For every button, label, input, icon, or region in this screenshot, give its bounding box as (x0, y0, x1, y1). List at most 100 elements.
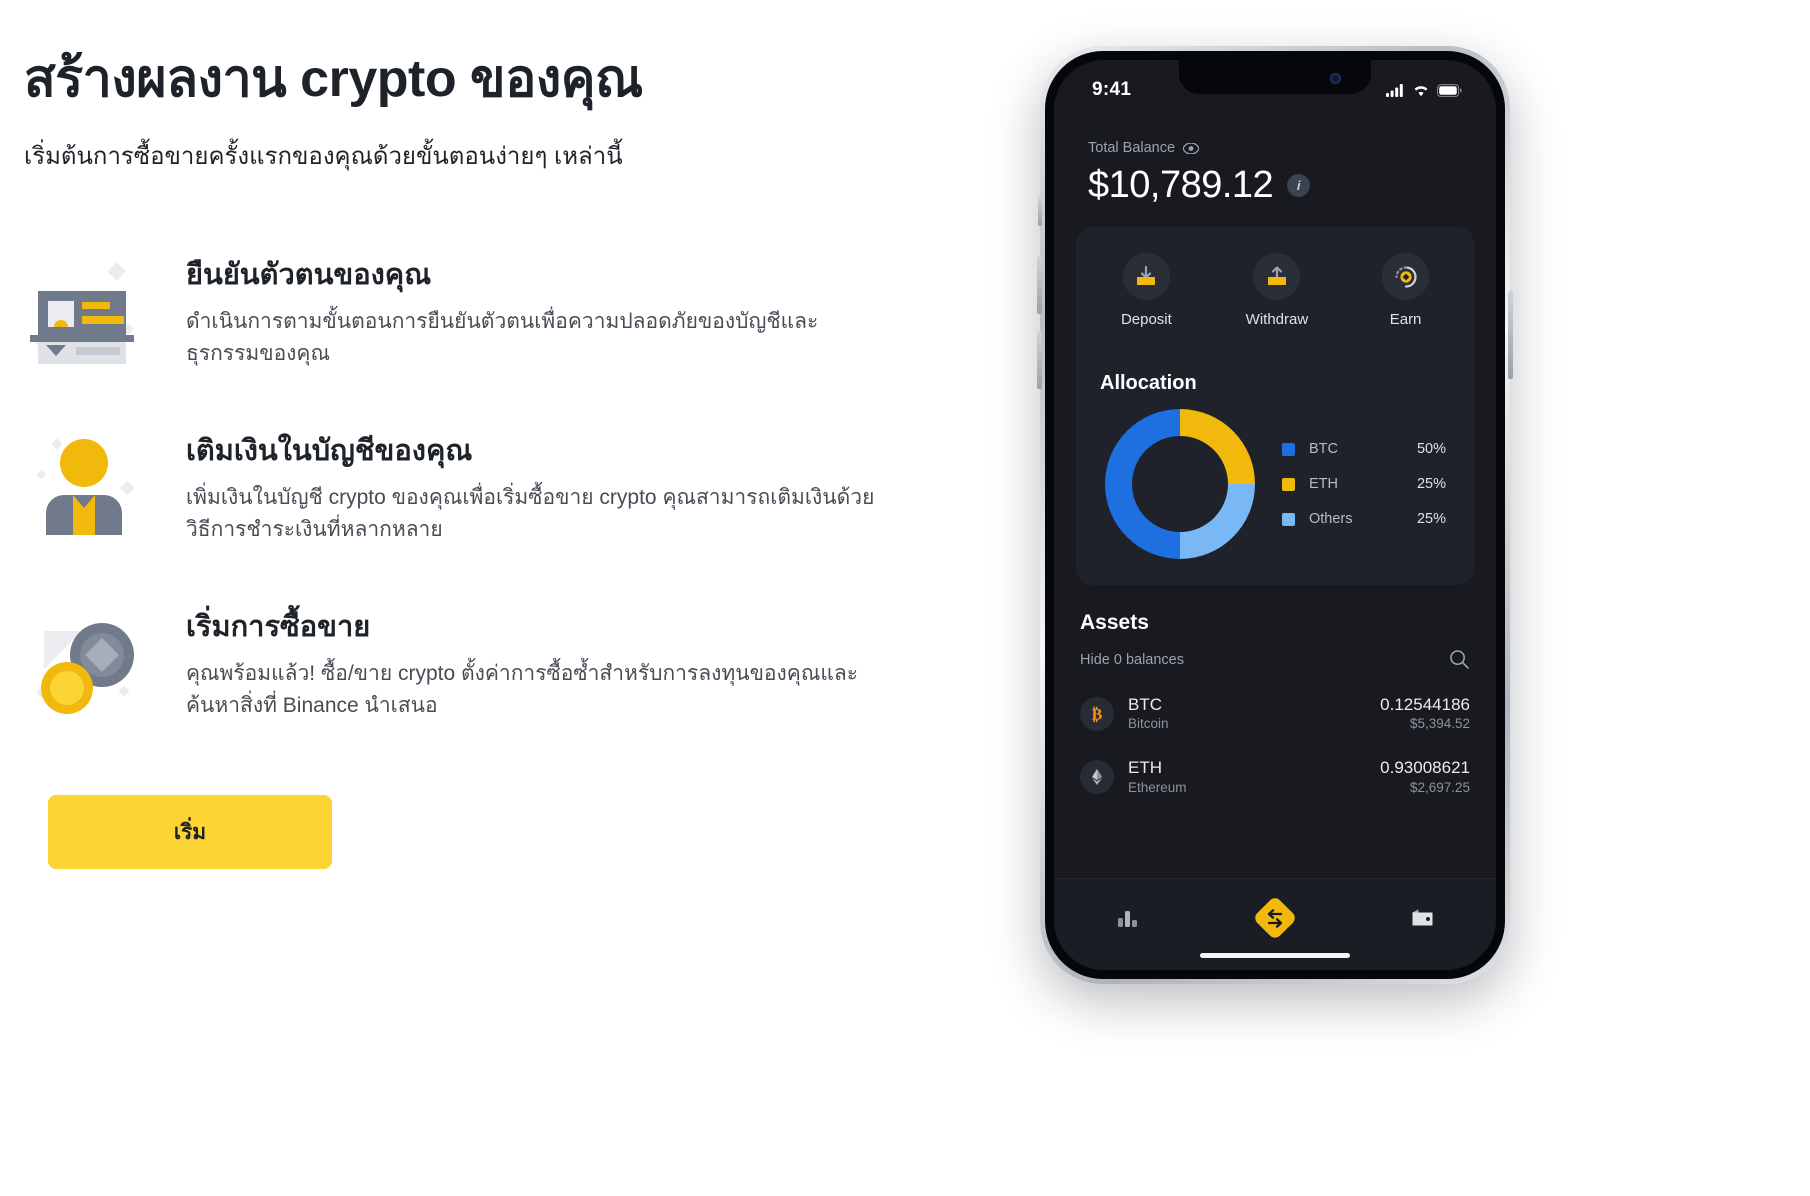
step-description: เพิ่มเงินในบัญชี crypto ของคุณเพื่อเริ่ม… (186, 485, 875, 541)
total-balance-label-row: Total Balance (1088, 140, 1462, 156)
wifi-icon (1414, 85, 1428, 96)
legend-swatch-btc (1282, 442, 1295, 456)
asset-row-btc[interactable]: ₿ BTC Bitcoin 0.12544186 $5,394.52 (1080, 694, 1470, 733)
asset-values-eth: 0.93008621 $2,697.25 (1380, 757, 1470, 796)
withdraw-action[interactable]: Withdraw (1245, 253, 1309, 328)
user-profile-icon (24, 427, 144, 547)
legend-value-btc: 50% (1416, 441, 1446, 457)
actions-allocation-card: Deposit Withdraw Earn Allocation BTC 50%… (1076, 227, 1474, 585)
trade-swap-icon (1255, 898, 1295, 938)
phone-mockup: 9:41 Total Balance $10,789.12 i Deposit … (1035, 46, 1535, 986)
earn-icon (1382, 253, 1430, 300)
page-subtitle: เริ่มต้นการซื้อขายครั้งแรกของคุณด้วยขั้น… (24, 142, 623, 170)
step-item: ยืนยันตัวตนของคุณ ดำเนินการตามขั้นตอนการ… (24, 251, 1040, 371)
app-screen: 9:41 Total Balance $10,789.12 i Deposit … (1054, 60, 1496, 970)
step-title: ยืนยันตัวตนของคุณ (186, 259, 432, 292)
total-balance-label: Total Balance (1088, 140, 1176, 156)
info-icon[interactable]: i (1287, 174, 1311, 197)
legend-value-eth: 25% (1416, 476, 1446, 492)
page-title: สร้างผลงาน crypto ของคุณ (24, 50, 643, 108)
home-indicator (1200, 953, 1350, 958)
assets-subrow: Hide 0 balances (1080, 649, 1470, 670)
phone-frame: 9:41 Total Balance $10,789.12 i Deposit … (1037, 46, 1513, 984)
coins-icon (24, 603, 144, 723)
ethereum-icon (1080, 760, 1114, 795)
allocation-section: Allocation BTC 50% ETH 25% Others 25% (1076, 350, 1474, 585)
legend-value-others: 25% (1416, 511, 1446, 527)
asset-amount-eth: 0.93008621 (1380, 758, 1470, 778)
step-text: เติมเงินในบัญชีของคุณ เพิ่มเงินในบัญชี c… (186, 427, 886, 545)
total-balance-amount: $10,789.12 (1088, 164, 1274, 206)
step-description: ดำเนินการตามขั้นตอนการยืนยันตัวตนเพื่อคว… (186, 309, 819, 365)
asset-fiat-value-btc: $5,394.52 (1409, 716, 1470, 732)
step-title: เติมเงินในบัญชีของคุณ (186, 435, 473, 468)
step-item: เริ่มการซื้อขาย คุณพร้อมแล้ว! ซื้อ/ขาย c… (24, 603, 1040, 723)
withdraw-label: Withdraw (1245, 311, 1309, 328)
steps-list: ยืนยันตัวตนของคุณ ดำเนินการตามขั้นตอนการ… (24, 251, 1040, 723)
status-bar: 9:41 (1054, 60, 1496, 112)
legend-swatch-eth (1282, 477, 1295, 491)
eye-icon[interactable] (1183, 142, 1200, 154)
deposit-action[interactable]: Deposit (1121, 253, 1172, 328)
legend-label-others: Others (1309, 511, 1353, 527)
step-title: เริ่มการซื้อขาย (186, 611, 371, 644)
mute-switch[interactable] (1038, 196, 1042, 226)
step-description: คุณพร้อมแล้ว! ซื้อ/ขาย crypto ตั้งค่าการ… (186, 661, 859, 717)
step-text: เริ่มการซื้อขาย คุณพร้อมแล้ว! ซื้อ/ขาย c… (186, 603, 886, 721)
assets-title: Assets (1080, 611, 1149, 634)
asset-name-btc: Bitcoin (1128, 716, 1169, 732)
allocation-body: BTC 50% ETH 25% Others 25% (1100, 409, 1450, 559)
volume-down-button[interactable] (1037, 331, 1042, 389)
withdraw-icon (1253, 253, 1301, 300)
page-root: สร้างผลงาน crypto ของคุณ เริ่มต้นการซื้อ… (0, 0, 1810, 1196)
asset-symbol-eth: ETH (1128, 758, 1162, 778)
deposit-icon (1122, 253, 1170, 300)
tab-trade[interactable] (1240, 894, 1310, 942)
id-card-icon (24, 251, 144, 371)
total-balance-amount-row: $10,789.12 i (1088, 164, 1462, 207)
allocation-donut-chart (1105, 409, 1255, 559)
wallet-icon (1412, 909, 1433, 925)
asset-identity-btc: BTC Bitcoin (1128, 694, 1380, 733)
legend-item-others: Others 25% (1282, 511, 1446, 527)
tab-wallet[interactable] (1387, 894, 1457, 942)
status-indicators (1386, 83, 1462, 97)
cellular-signal-icon (1386, 83, 1403, 97)
svg-text:₿: ₿ (1092, 705, 1103, 723)
allocation-legend: BTC 50% ETH 25% Others 25% (1260, 441, 1450, 527)
legend-item-eth: ETH 25% (1282, 476, 1446, 492)
allocation-title: Allocation (1100, 372, 1197, 394)
get-started-button[interactable]: เริ่ม (48, 795, 332, 870)
legend-swatch-others (1282, 512, 1295, 526)
status-time: 9:41 (1092, 79, 1132, 100)
phone-bezel: 9:41 Total Balance $10,789.12 i Deposit … (1045, 51, 1505, 979)
bottom-tab-bar (1054, 878, 1496, 970)
asset-row-eth[interactable]: ETH Ethereum 0.93008621 $2,697.25 (1080, 757, 1470, 796)
markets-chart-icon (1118, 910, 1138, 927)
battery-icon (1437, 83, 1462, 97)
earn-action[interactable]: Earn (1382, 253, 1430, 328)
hide-zero-balances-toggle[interactable]: Hide 0 balances (1080, 652, 1184, 668)
bitcoin-icon: ₿ (1080, 696, 1114, 731)
volume-up-button[interactable] (1037, 256, 1042, 314)
asset-symbol-btc: BTC (1128, 695, 1162, 714)
search-icon[interactable] (1449, 649, 1470, 670)
asset-fiat-value-eth: $2,697.25 (1409, 779, 1470, 795)
step-text: ยืนยันตัวตนของคุณ ดำเนินการตามขั้นตอนการ… (186, 251, 886, 369)
asset-identity-eth: ETH Ethereum (1128, 757, 1380, 796)
total-balance-block: Total Balance $10,789.12 i (1054, 112, 1496, 207)
legend-label-btc: BTC (1309, 441, 1338, 457)
step-item: เติมเงินในบัญชีของคุณ เพิ่มเงินในบัญชี c… (24, 427, 1040, 547)
asset-name-eth: Ethereum (1128, 779, 1187, 795)
earn-label: Earn (1389, 311, 1422, 328)
donut-chart-wrap (1100, 409, 1260, 559)
quick-actions-row: Deposit Withdraw Earn (1076, 227, 1474, 350)
asset-values-btc: 0.12544186 $5,394.52 (1380, 694, 1470, 733)
asset-amount-btc: 0.12544186 (1380, 695, 1470, 714)
power-button[interactable] (1508, 291, 1513, 379)
onboarding-panel: สร้างผลงาน crypto ของคุณ เริ่มต้นการซื้อ… (0, 0, 1040, 1196)
deposit-label: Deposit (1120, 311, 1172, 328)
tab-markets[interactable] (1093, 894, 1163, 942)
assets-section: Assets Hide 0 balances ₿ BTC Bitcoin 0.1… (1054, 585, 1496, 797)
legend-label-eth: ETH (1309, 476, 1338, 492)
